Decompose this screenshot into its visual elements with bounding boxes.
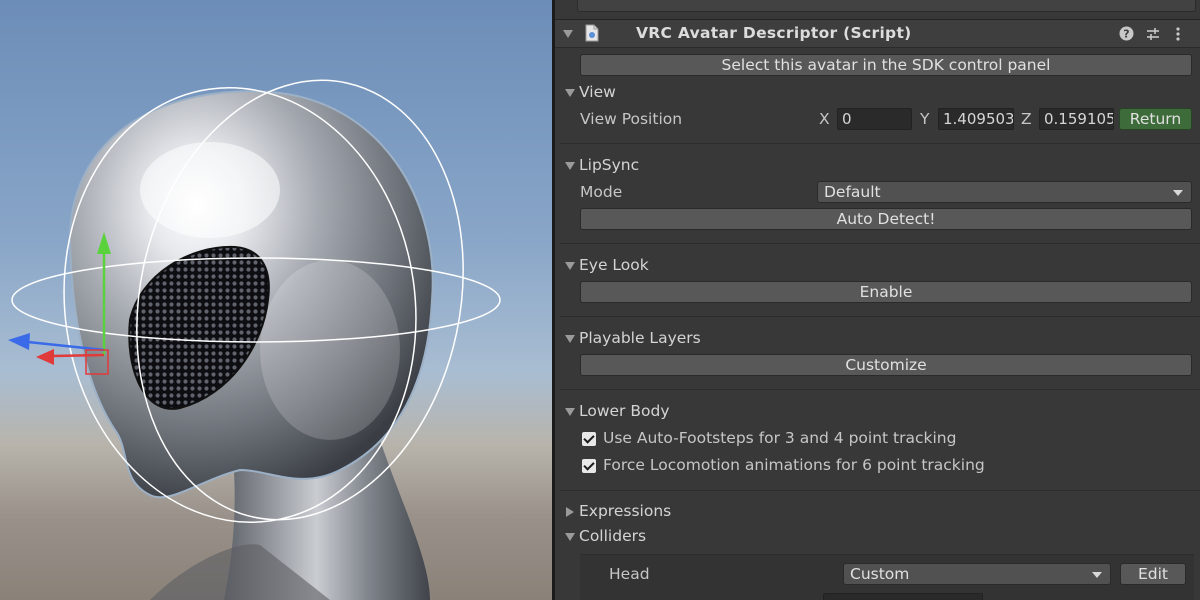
dropdown-caret-icon [1173,190,1183,196]
lower-body-foldout-icon [565,408,575,416]
view-z-label[interactable]: Z [1021,110,1032,128]
expressions-foldout-icon [566,507,574,517]
lipsync-header: LipSync [579,156,640,174]
separator [560,243,1200,244]
gizmo-x-axis [51,353,105,358]
previous-component-footer [555,0,1200,20]
lipsync-mode-value: Default [824,183,881,201]
collider-head-label: Head [609,565,650,583]
dropdown-caret-icon [1092,572,1102,578]
script-icon [585,24,599,42]
lipsync-foldout-icon [565,162,575,170]
view-x-label[interactable]: X [819,110,830,128]
force-locomotion-checkbox[interactable] [582,459,596,473]
colliders-header: Colliders [579,527,647,545]
collider-edit-button[interactable]: Edit [1120,563,1186,585]
collider-head-value: Custom [850,565,910,583]
inspector-panel: VRC Avatar Descriptor (Script) ? Select … [555,0,1200,600]
separator [560,316,1200,317]
separator [560,490,1200,491]
playable-layers-customize-button[interactable]: Customize [580,354,1192,376]
collider-head-dropdown[interactable]: Custom [843,563,1111,585]
auto-footsteps-label: Use Auto-Footsteps for 3 and 4 point tra… [603,429,957,447]
view-foldout-icon [565,89,575,97]
force-locomotion-label: Force Locomotion animations for 6 point … [603,456,985,474]
gizmo-z-arrow [8,333,30,350]
lower-body-header: Lower Body [579,402,670,420]
eye-look-foldout-icon [565,262,575,270]
collider-radius-field[interactable] [823,593,983,600]
view-y-field[interactable]: 1.409503 [938,108,1014,130]
help-icon[interactable]: ? [1119,26,1134,41]
colliders-foldout-icon [565,533,575,541]
gizmo-x-arrow [36,349,54,365]
svg-text:?: ? [1123,28,1129,41]
scene-view[interactable] [0,0,552,600]
view-position-label: View Position [580,110,683,128]
separator [560,389,1200,390]
collapse-triangle-icon[interactable] [563,30,573,38]
eye-look-header: Eye Look [579,256,649,274]
separator [560,143,1200,144]
component-header[interactable]: VRC Avatar Descriptor (Script) ? [555,20,1200,48]
lipsync-mode-label: Mode [580,183,623,201]
more-icon[interactable] [1175,26,1181,42]
view-x-field[interactable]: 0 [837,108,912,130]
eye-look-enable-button[interactable]: Enable [580,281,1192,303]
view-z-field[interactable]: 0.159105 [1039,108,1114,130]
auto-detect-button[interactable]: Auto Detect! [580,208,1192,230]
select-avatar-button[interactable]: Select this avatar in the SDK control pa… [580,54,1192,76]
view-y-label[interactable]: Y [920,110,929,128]
colliders-box: Head Custom Edit [580,554,1194,600]
playable-layers-foldout-icon [565,335,575,343]
expressions-header: Expressions [579,502,672,520]
preset-icon[interactable] [1145,26,1161,42]
playable-layers-header: Playable Layers [579,329,701,347]
return-button[interactable]: Return [1119,108,1192,130]
scene-render [8,79,501,600]
component-title: VRC Avatar Descriptor (Script) [636,24,912,42]
auto-footsteps-checkbox[interactable] [582,432,596,446]
view-header: View [579,83,616,101]
lipsync-mode-dropdown[interactable]: Default [817,181,1192,203]
